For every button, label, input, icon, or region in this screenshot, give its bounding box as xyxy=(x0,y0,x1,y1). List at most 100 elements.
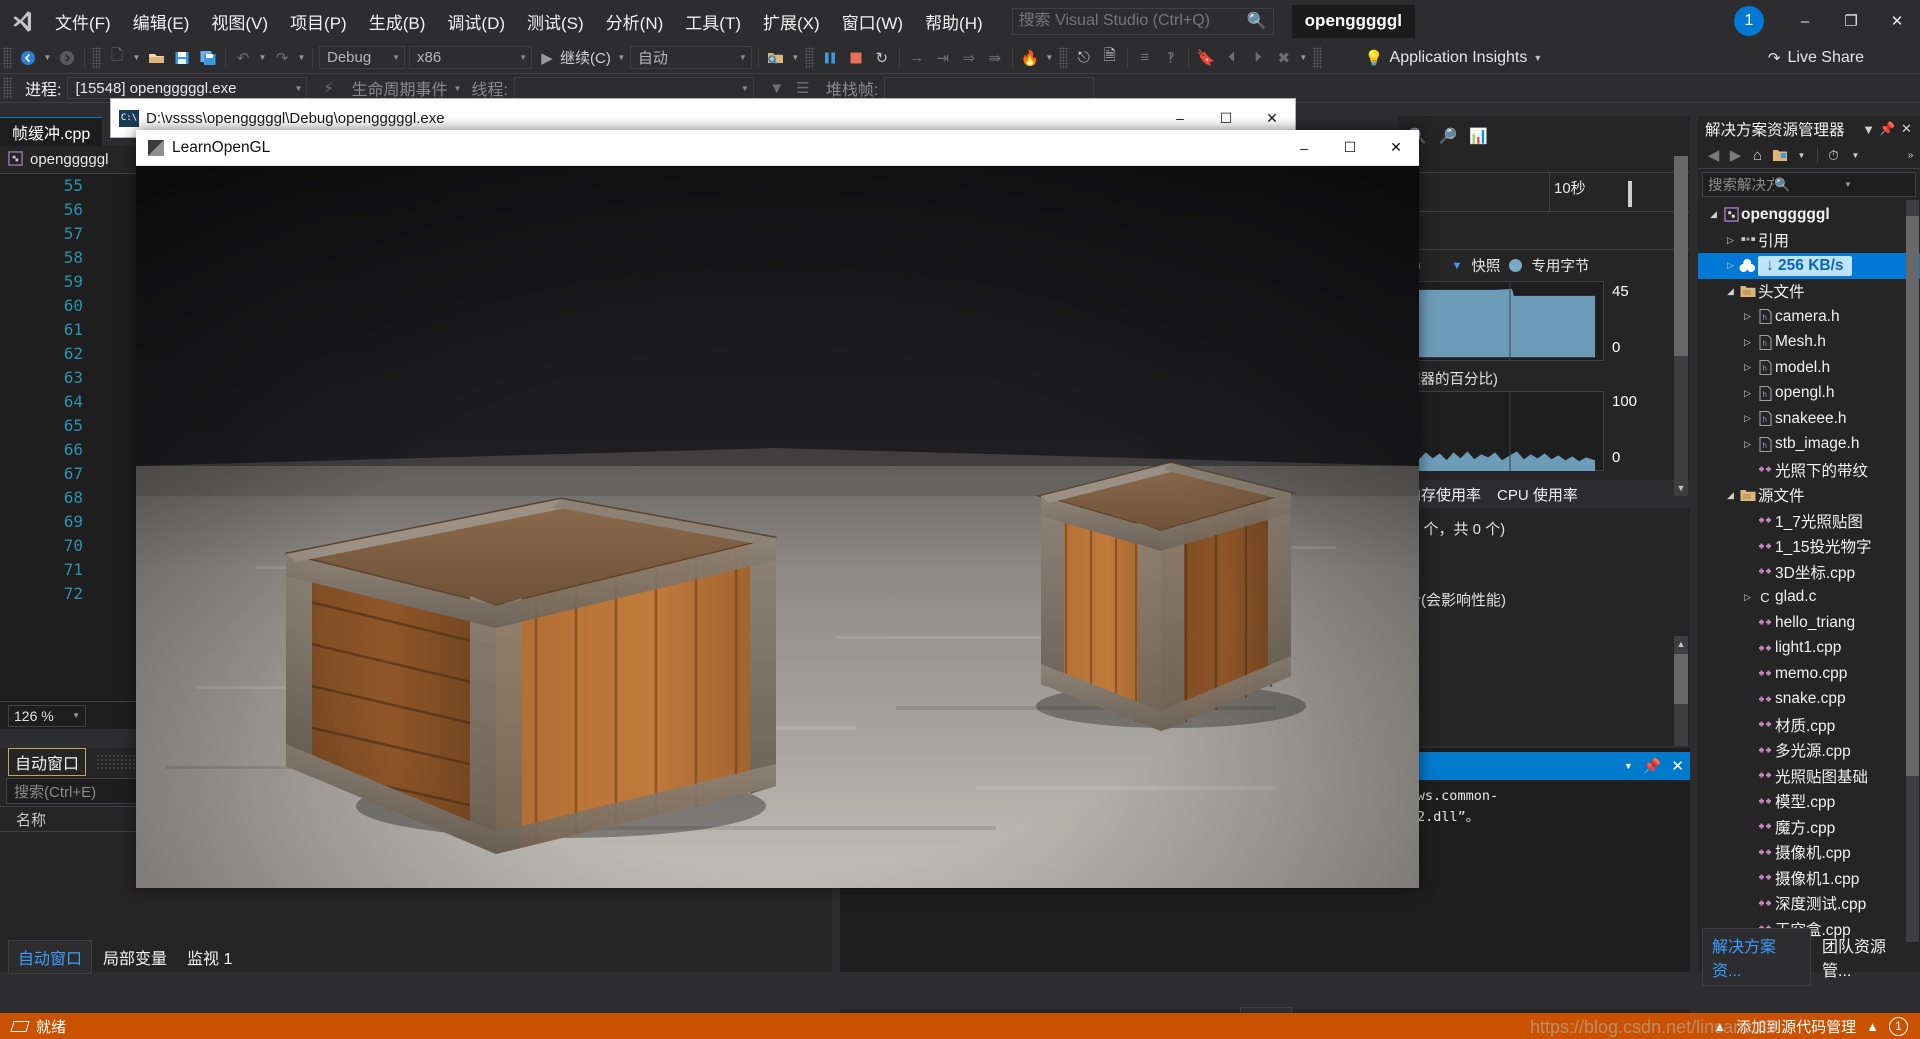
tree-node[interactable]: ▷ Cglad.c xyxy=(1698,585,1920,611)
tree-node[interactable]: 1_7光照贴图 xyxy=(1698,508,1920,534)
gl-close-button[interactable]: ✕ xyxy=(1373,130,1419,166)
menu-analyze[interactable]: 分析(N) xyxy=(595,4,675,39)
step-into-icon[interactable]: → xyxy=(904,45,930,71)
menu-project[interactable]: 项目(P) xyxy=(279,4,358,39)
breadcrumb-project-label[interactable]: opengggggl xyxy=(30,151,108,168)
gl-minimize-button[interactable]: – xyxy=(1281,130,1327,166)
vs-search-input[interactable] xyxy=(1018,12,1247,30)
thread-combo[interactable]: ▼ xyxy=(513,77,754,99)
save-all-icon[interactable] xyxy=(195,45,221,71)
tree-node[interactable]: snake.cpp xyxy=(1698,687,1920,713)
solution-configuration-combo[interactable]: Debug ▼ xyxy=(319,46,405,69)
tree-node[interactable]: ▷ ↓ 256 KB/s xyxy=(1698,253,1920,279)
back-dropdown-icon[interactable]: ▼ xyxy=(41,45,54,71)
tree-node[interactable]: 多光源.cpp xyxy=(1698,738,1920,764)
twisty-expanded-icon[interactable]: ◢ xyxy=(1723,286,1738,297)
tree-node[interactable]: 深度测试.cpp xyxy=(1698,891,1920,917)
tab-cpu-usage[interactable]: CPU 使用率 xyxy=(1497,484,1578,505)
nav-back-icon[interactable]: ◀ xyxy=(1704,145,1723,165)
minimize-button[interactable]: – xyxy=(1782,0,1828,42)
navigate-back-icon[interactable] xyxy=(15,45,41,71)
sync-with-active-document-icon[interactable] xyxy=(1770,145,1789,165)
chevron-down-icon-9[interactable]: ▼ xyxy=(1624,761,1633,771)
toolbar-grip-5[interactable] xyxy=(1312,46,1322,69)
output-close-icon[interactable]: ✕ xyxy=(1671,757,1684,775)
menu-file[interactable]: 文件(F) xyxy=(44,4,122,39)
gl-maximize-button[interactable]: ☐ xyxy=(1327,130,1373,166)
continue-dropdown-icon[interactable]: ▼ xyxy=(615,45,628,71)
vs-search-box[interactable]: 🔍 xyxy=(1011,7,1274,35)
tree-node[interactable]: ◢ 源文件 xyxy=(1698,483,1920,509)
tree-node[interactable]: 光照贴图基础 xyxy=(1698,763,1920,789)
source-control-up-icon-2[interactable]: ▲ xyxy=(1866,1019,1879,1034)
live-visual-tree-icon[interactable]: 🗎 xyxy=(1097,45,1123,71)
redo-dropdown-icon[interactable]: ▼ xyxy=(295,45,308,71)
chevron-down-icon-12[interactable]: ▼ xyxy=(1844,180,1910,189)
zoom-out-icon[interactable]: 🔎 xyxy=(1439,127,1458,145)
menu-test[interactable]: 测试(S) xyxy=(516,4,595,39)
menu-debug[interactable]: 调试(D) xyxy=(436,4,516,39)
nav-forward-icon[interactable]: ▶ xyxy=(1726,145,1745,165)
bookmark-dropdown-icon[interactable]: ▼ xyxy=(1297,45,1310,71)
tree-node[interactable]: ◢ opengggggl xyxy=(1698,202,1920,228)
show-next-statement-icon[interactable] xyxy=(763,45,789,71)
toolbar-grip-3[interactable] xyxy=(804,46,814,69)
twisty-collapsed-icon[interactable]: ▷ xyxy=(1740,388,1755,399)
tree-node[interactable]: hello_triang xyxy=(1698,610,1920,636)
application-insights-button[interactable]: 💡 Application Insights ▼ xyxy=(1365,49,1542,67)
timeline-marker[interactable] xyxy=(1628,181,1632,207)
toolbar-grip-2[interactable] xyxy=(92,46,101,69)
menu-window[interactable]: 窗口(W) xyxy=(831,4,914,39)
continue-label[interactable]: 继续(C) xyxy=(560,47,611,68)
toolbar-grip[interactable] xyxy=(3,46,12,69)
twisty-collapsed-icon[interactable]: ▷ xyxy=(1740,413,1755,424)
debugbar-grip[interactable] xyxy=(3,77,12,99)
pending-changes-filter-icon[interactable]: ⏱ xyxy=(1824,145,1843,165)
overflow-icon[interactable]: » xyxy=(1901,145,1920,165)
process-combo[interactable]: [15548] opengggggl.exe ▼ xyxy=(67,77,308,99)
editor-zoom-select[interactable]: 126 % ▼ xyxy=(8,704,86,727)
tree-node[interactable]: 摄像机1.cpp xyxy=(1698,865,1920,891)
home-icon[interactable]: ⌂ xyxy=(1748,145,1767,165)
tree-node[interactable]: ▷ h camera.h xyxy=(1698,304,1920,330)
learnopengl-window[interactable]: LearnOpenGL – ☐ ✕ xyxy=(136,130,1419,888)
new-project-dropdown-icon[interactable]: ▼ xyxy=(130,45,143,71)
diagnostics-scrollbar-thumb[interactable] xyxy=(1674,156,1688,356)
navigate-forward-icon[interactable] xyxy=(54,45,80,71)
step-continue-icon[interactable]: ⇛ xyxy=(982,45,1008,71)
tree-node[interactable]: 魔方.cpp xyxy=(1698,814,1920,840)
close-button[interactable]: ✕ xyxy=(1874,0,1920,42)
tree-node[interactable]: ▷ h Mesh.h xyxy=(1698,330,1920,356)
stop-debugging-icon[interactable] xyxy=(843,45,869,71)
menu-build[interactable]: 生成(B) xyxy=(358,4,437,39)
tree-node[interactable]: 材质.cpp xyxy=(1698,712,1920,738)
solution-platform-combo[interactable]: x86 ▼ xyxy=(409,46,532,69)
twisty-collapsed-icon[interactable]: ▷ xyxy=(1723,260,1738,271)
autos-tab-0[interactable]: 自动窗口 xyxy=(8,940,93,974)
tree-node[interactable]: memo.cpp xyxy=(1698,661,1920,687)
solution-explorer-tree[interactable]: ▲ ▼ ◢opengggggl▷引用▷↓ 256 KB/s◢头文件▷hcamer… xyxy=(1698,200,1920,956)
next-bookmark-icon[interactable]: ⏵ xyxy=(1245,45,1271,71)
pin-icon[interactable]: 📌 xyxy=(1643,757,1662,775)
twisty-collapsed-icon[interactable]: ▷ xyxy=(1723,235,1738,246)
diagnostics-scrollbar-thumb-2[interactable] xyxy=(1674,654,1688,704)
tree-node[interactable]: 光照下的带纹 xyxy=(1698,457,1920,483)
clear-bookmarks-icon[interactable]: ✖ xyxy=(1271,45,1297,71)
tree-node[interactable]: 3D坐标.cpp xyxy=(1698,559,1920,585)
hot-reload-dropdown-icon[interactable]: ▼ xyxy=(1043,45,1056,71)
panel-close-icon[interactable]: ✕ xyxy=(1897,119,1916,139)
twisty-collapsed-icon[interactable]: ▷ xyxy=(1740,311,1755,322)
cpu-graph[interactable]: 100 0 xyxy=(1406,391,1682,472)
panel-menu-icon[interactable]: ▼ xyxy=(1859,119,1878,139)
show-next-dropdown-icon[interactable]: ▼ xyxy=(789,45,802,71)
redo-icon[interactable]: ↷ xyxy=(269,45,295,71)
select-element-icon[interactable]: ⎋ xyxy=(1071,45,1097,71)
tree-node[interactable]: ▷ 引用 xyxy=(1698,228,1920,254)
tree-node[interactable]: 摄像机.cpp xyxy=(1698,840,1920,866)
toolbar-grip-4[interactable] xyxy=(1058,46,1068,69)
opengl-render-canvas[interactable] xyxy=(136,166,1419,888)
step-out-icon[interactable]: ⇒ xyxy=(956,45,982,71)
step-over-icon[interactable]: ⇥ xyxy=(930,45,956,71)
twisty-expanded-icon[interactable]: ◢ xyxy=(1706,209,1721,220)
autos-tab-1[interactable]: 局部变量 xyxy=(94,941,176,973)
